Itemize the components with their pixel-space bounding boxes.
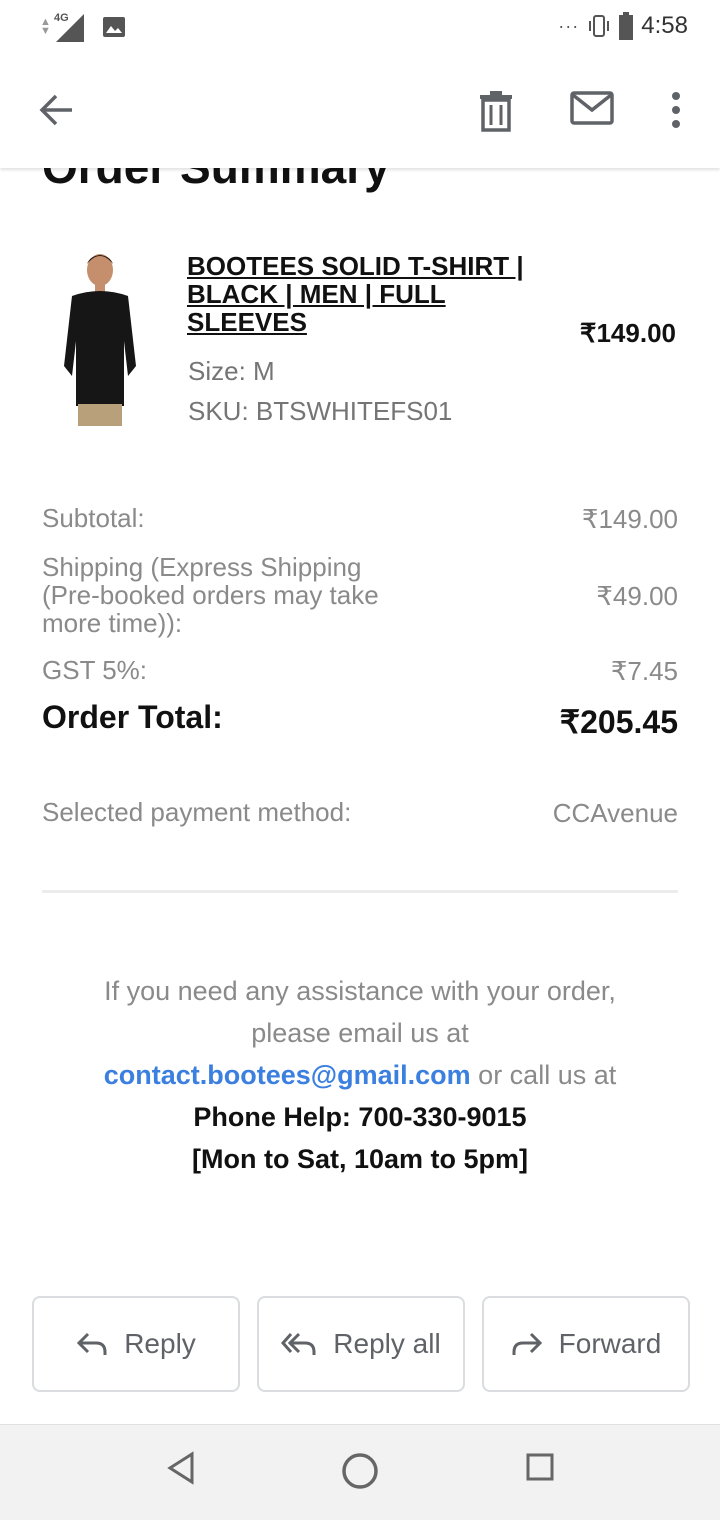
reply-icon (77, 1332, 107, 1355)
product-price: ₹149.00 (579, 318, 676, 348)
mail-icon[interactable] (570, 90, 614, 126)
nav-recents-icon[interactable] (524, 1451, 556, 1483)
order-total-label: Order Total: (42, 699, 223, 735)
nav-home-icon[interactable] (340, 1451, 380, 1491)
reply-button[interactable]: Reply (32, 1296, 240, 1392)
divider (42, 890, 678, 893)
gst-label: GST 5%: (42, 655, 148, 685)
battery-icon (619, 12, 634, 40)
reply-label: Reply (124, 1328, 196, 1359)
forward-button[interactable]: Forward (482, 1296, 690, 1392)
payment-method-label: Selected payment method: (42, 797, 352, 827)
system-nav-bar (0, 1424, 720, 1520)
subtotal-label: Subtotal: (42, 503, 145, 533)
reply-all-button[interactable]: Reply all (257, 1296, 465, 1392)
image-notification-icon (103, 17, 125, 37)
support-phone[interactable]: Phone Help: 700-330-9015 (193, 1102, 526, 1132)
shipping-value: ₹49.00 (596, 581, 678, 611)
help-text: If you need any assistance with your ord… (100, 970, 620, 1180)
help-text-call: or call us at (478, 1060, 617, 1090)
forward-label: Forward (558, 1328, 662, 1359)
order-total-value: ₹205.45 (559, 704, 678, 740)
signal-icon (56, 14, 84, 42)
support-email-link[interactable]: contact.bootees@gmail.com (104, 1060, 471, 1090)
nav-back-icon[interactable] (166, 1451, 196, 1485)
reply-actions: Reply Reply all Forward (32, 1296, 690, 1392)
data-activity-icon: ▲ ▼ (40, 16, 51, 37)
more-vert-icon[interactable] (670, 90, 682, 130)
vibrate-icon (589, 15, 610, 37)
reply-all-label: Reply all (333, 1328, 441, 1359)
product-image[interactable] (50, 246, 150, 426)
clock: 4:58 (641, 12, 688, 39)
email-toolbar (0, 56, 720, 168)
subtotal-value: ₹149.00 (581, 504, 678, 534)
shipping-label: Shipping (Express Shipping (Pre-booked o… (42, 552, 379, 638)
reply-all-icon (281, 1332, 316, 1355)
product-name-link[interactable]: BOOTEES SOLID T-SHIRT | BLACK | MEN | FU… (187, 252, 537, 336)
overflow-notifications: ··· (558, 15, 580, 36)
help-text-intro: If you need any assistance with your ord… (104, 976, 616, 1048)
trash-icon[interactable] (478, 90, 514, 132)
status-bar: ▲ ▼ 4G ··· 4:58 (0, 0, 720, 56)
gst-value: ₹7.45 (610, 656, 678, 686)
network-indicator: ▲ ▼ 4G (40, 12, 86, 42)
forward-icon (512, 1332, 542, 1355)
arrow-left-icon[interactable] (36, 90, 76, 130)
payment-method-value: CCAvenue (552, 798, 678, 828)
product-sku: SKU: BTSWHITEFS01 (188, 396, 453, 426)
product-size: Size: M (188, 356, 275, 386)
support-hours: [Mon to Sat, 10am to 5pm] (191, 1144, 529, 1174)
